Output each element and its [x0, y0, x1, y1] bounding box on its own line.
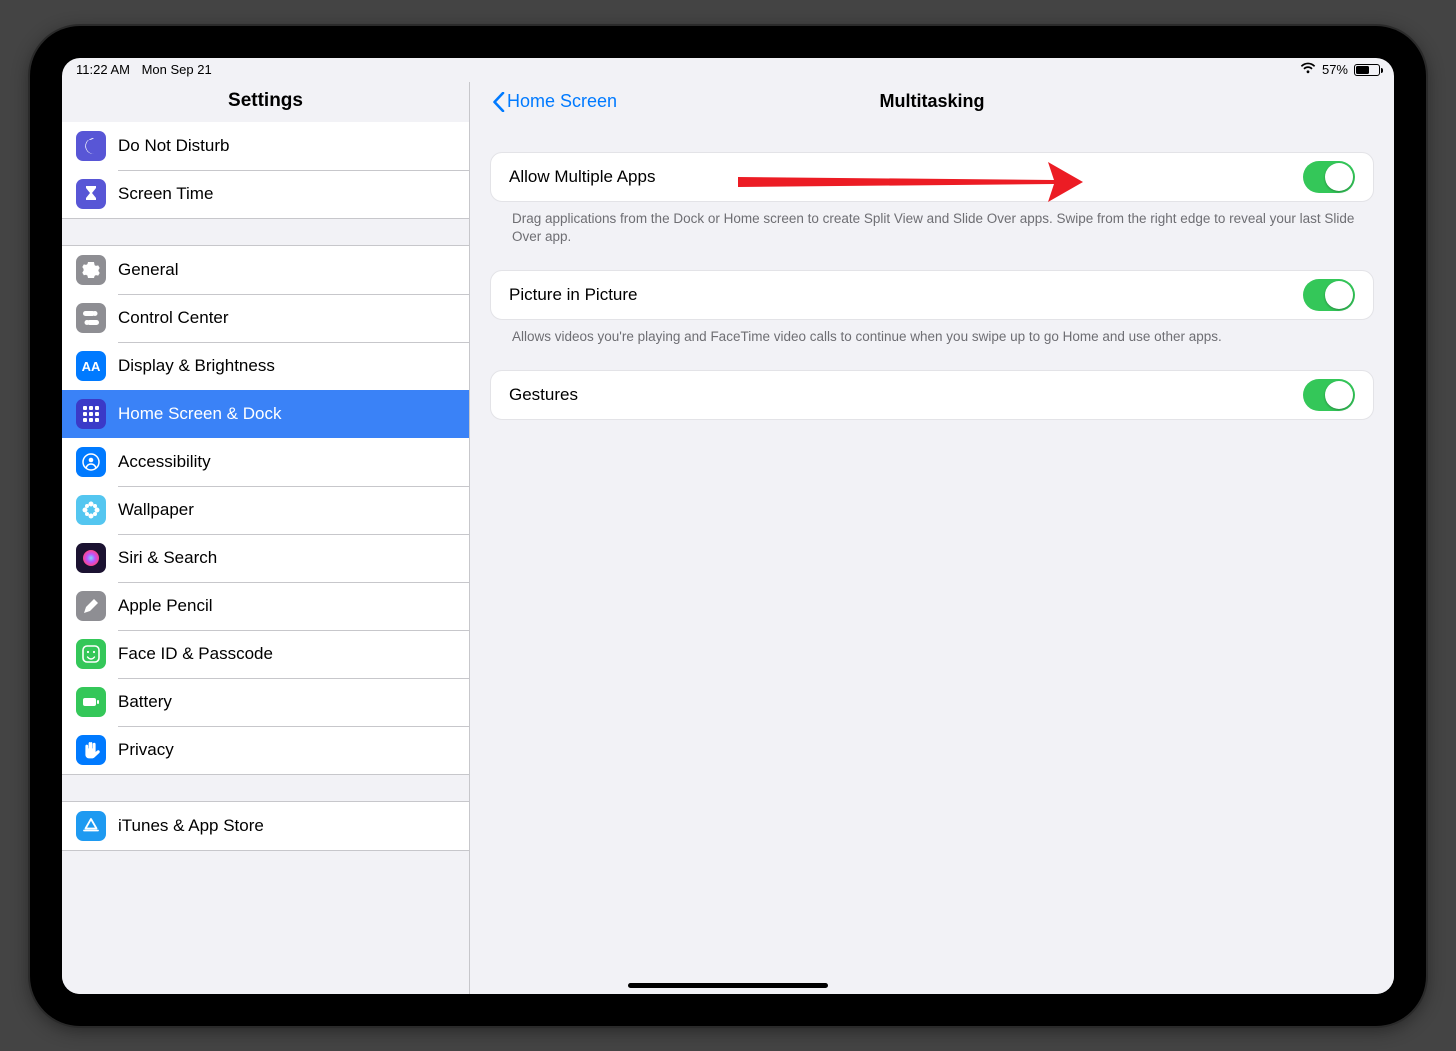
sidebar-item-label: Home Screen & Dock: [118, 404, 455, 424]
status-right: 57%: [1300, 62, 1380, 77]
sidebar-item-label: iTunes & App Store: [118, 816, 455, 836]
appstore-icon: [76, 811, 106, 841]
sidebar-item-battery[interactable]: Battery: [62, 678, 469, 726]
home-indicator: [628, 983, 828, 988]
sidebar-item-label: Siri & Search: [118, 548, 455, 568]
back-button[interactable]: Home Screen: [492, 91, 617, 112]
toggle-label: Picture in Picture: [509, 285, 638, 305]
face-icon: [76, 639, 106, 669]
aa-icon: AA: [76, 351, 106, 381]
sidebar-item-label: Battery: [118, 692, 455, 712]
sidebar-item-dnd[interactable]: Do Not Disturb: [62, 122, 469, 170]
status-time: 11:22 AM: [76, 62, 130, 77]
sidebar-item-privacy[interactable]: Privacy: [62, 726, 469, 774]
screen: 11:22 AM Mon Sep 21 57% Settings Do Not …: [62, 58, 1394, 994]
sidebar-list[interactable]: Do Not Disturb Screen Time General Control …: [62, 122, 469, 994]
chevron-left-icon: [492, 92, 505, 112]
sidebar-title: Settings: [62, 82, 469, 122]
split-view: Settings Do Not Disturb Screen Time Genera…: [62, 82, 1394, 994]
sidebar-item-label: Do Not Disturb: [118, 136, 455, 156]
sidebar-item-label: Display & Brightness: [118, 356, 455, 376]
settings-sidebar: Settings Do Not Disturb Screen Time Genera…: [62, 82, 470, 994]
grid-icon: [76, 399, 106, 429]
moon-icon: [76, 131, 106, 161]
person-icon: [76, 447, 106, 477]
sidebar-item-faceid[interactable]: Face ID & Passcode: [62, 630, 469, 678]
sidebar-item-homescreen[interactable]: Home Screen & Dock: [62, 390, 469, 438]
sidebar-item-display[interactable]: AA Display & Brightness: [62, 342, 469, 390]
sidebar-item-wallpaper[interactable]: Wallpaper: [62, 486, 469, 534]
batt-icon: [76, 687, 106, 717]
sidebar-item-label: General: [118, 260, 455, 280]
pencil-icon: [76, 591, 106, 621]
siri-icon: [76, 543, 106, 573]
setting-card-pip: Picture in Picture: [490, 270, 1374, 320]
detail-pane: Home Screen Multitasking Allow Multiple …: [470, 82, 1394, 994]
battery-icon: [1354, 64, 1380, 76]
ipad-device-frame: 11:22 AM Mon Sep 21 57% Settings Do Not …: [30, 26, 1426, 1026]
setting-footer-allow-multiple-apps: Drag applications from the Dock or Home …: [490, 202, 1374, 270]
sidebar-item-label: Privacy: [118, 740, 455, 760]
back-label: Home Screen: [507, 91, 617, 112]
toggle-row-gestures: Gestures: [491, 371, 1373, 419]
detail-header: Home Screen Multitasking: [470, 82, 1394, 122]
sidebar-group: General Control Center AA Display & Brightn…: [62, 245, 469, 775]
status-bar: 11:22 AM Mon Sep 21 57%: [62, 58, 1394, 82]
toggle-knob: [1325, 381, 1353, 409]
toggles-icon: [76, 303, 106, 333]
sidebar-item-general[interactable]: General: [62, 246, 469, 294]
toggle-row-pip: Picture in Picture: [491, 271, 1373, 319]
toggle-knob: [1325, 281, 1353, 309]
sidebar-item-controlcenter[interactable]: Control Center: [62, 294, 469, 342]
sidebar-item-siri[interactable]: Siri & Search: [62, 534, 469, 582]
status-left: 11:22 AM Mon Sep 21: [76, 62, 220, 77]
flower-icon: [76, 495, 106, 525]
setting-card-gestures: Gestures: [490, 370, 1374, 420]
sidebar-item-applepencil[interactable]: Apple Pencil: [62, 582, 469, 630]
toggle-label: Allow Multiple Apps: [509, 167, 655, 187]
sidebar-group: iTunes & App Store: [62, 801, 469, 851]
sidebar-group: Do Not Disturb Screen Time: [62, 122, 469, 219]
sidebar-item-screentime[interactable]: Screen Time: [62, 170, 469, 218]
sidebar-item-label: Screen Time: [118, 184, 455, 204]
sidebar-item-itunes[interactable]: iTunes & App Store: [62, 802, 469, 850]
status-date: Mon Sep 21: [142, 62, 212, 77]
toggle-switch-pip[interactable]: [1303, 279, 1355, 311]
sidebar-item-label: Accessibility: [118, 452, 455, 472]
toggle-switch-allow-multiple-apps[interactable]: [1303, 161, 1355, 193]
battery-percent: 57%: [1322, 62, 1348, 77]
toggle-knob: [1325, 163, 1353, 191]
wifi-icon: [1300, 62, 1316, 77]
hand-icon: [76, 735, 106, 765]
setting-card-allow-multiple-apps: Allow Multiple Apps: [490, 152, 1374, 202]
sidebar-item-label: Wallpaper: [118, 500, 455, 520]
sidebar-item-label: Control Center: [118, 308, 455, 328]
gear-icon: [76, 255, 106, 285]
toggle-label: Gestures: [509, 385, 578, 405]
sidebar-item-label: Face ID & Passcode: [118, 644, 455, 664]
toggle-switch-gestures[interactable]: [1303, 379, 1355, 411]
sidebar-item-label: Apple Pencil: [118, 596, 455, 616]
sidebar-item-accessibility[interactable]: Accessibility: [62, 438, 469, 486]
setting-footer-pip: Allows videos you're playing and FaceTim…: [490, 320, 1374, 370]
detail-body: Allow Multiple Apps Drag applications fro…: [470, 122, 1394, 994]
toggle-row-allow-multiple-apps: Allow Multiple Apps: [491, 153, 1373, 201]
svg-text:AA: AA: [82, 359, 101, 374]
hourglass-icon: [76, 179, 106, 209]
